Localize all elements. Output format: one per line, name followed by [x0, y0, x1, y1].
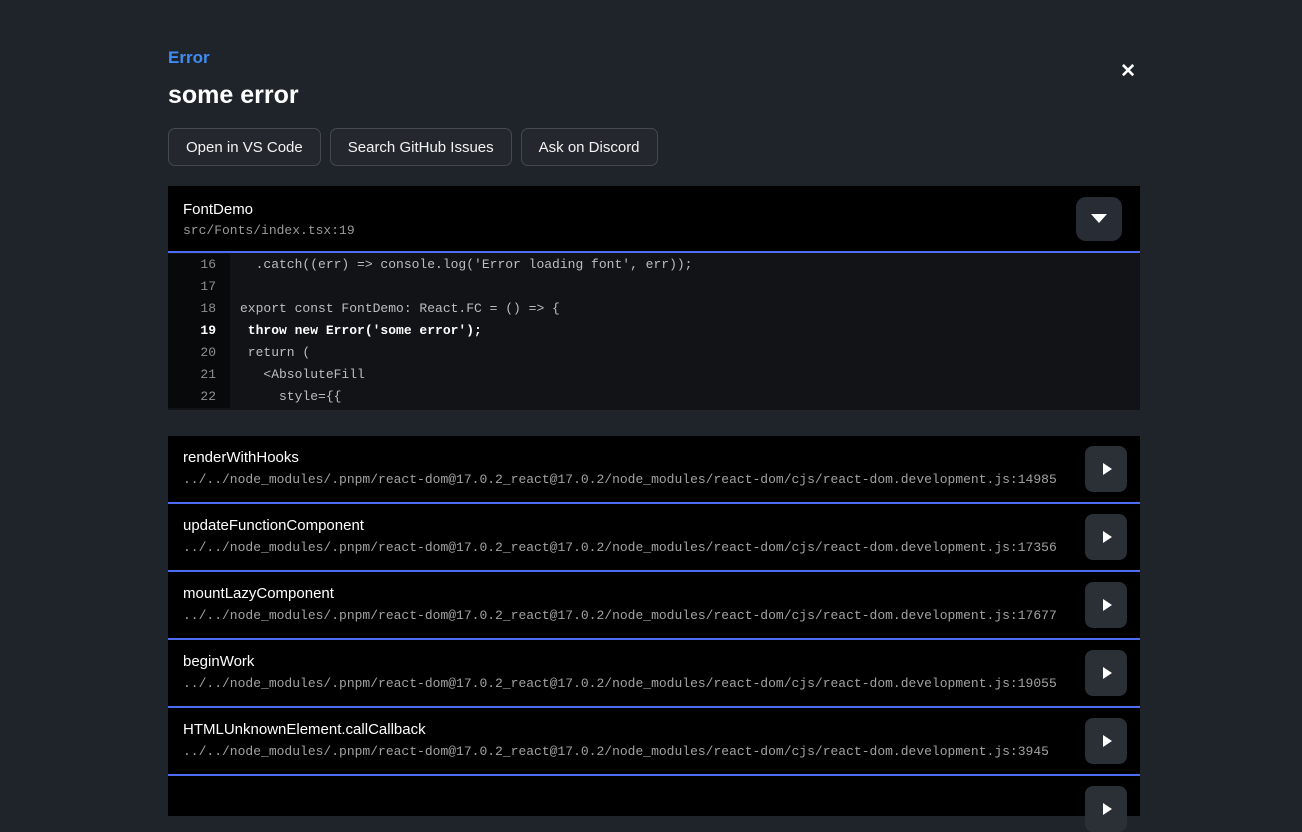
line-number: 18 [168, 298, 230, 320]
play-icon [1103, 735, 1112, 747]
line-number: 19 [168, 320, 230, 342]
play-icon [1103, 803, 1112, 815]
code-line: 17 [168, 276, 1140, 298]
code-lines: 16 .catch((err) => console.log('Error lo… [168, 253, 1140, 410]
code-frame-header: FontDemo src/Fonts/index.tsx:19 [168, 186, 1140, 253]
expand-frame-button[interactable] [1085, 650, 1127, 696]
expand-frame-button[interactable] [1085, 582, 1127, 628]
action-button[interactable]: Open in VS Code [168, 128, 321, 166]
stack-frame-row: renderWithHooks ../../node_modules/.pnpm… [168, 436, 1140, 504]
code-line: 18 export const FontDemo: React.FC = () … [168, 298, 1140, 320]
expand-frame-button[interactable] [1085, 514, 1127, 560]
action-button[interactable]: Search GitHub Issues [330, 128, 512, 166]
code-frame-location: src/Fonts/index.tsx:19 [183, 223, 1124, 238]
stack-frame-path: ../../node_modules/.pnpm/react-dom@17.0.… [183, 472, 1070, 487]
line-code: throw new Error('some error'); [230, 320, 1140, 342]
code-frame-function-name: FontDemo [183, 201, 1124, 218]
line-number: 21 [168, 364, 230, 386]
code-line: 21 <AbsoluteFill [168, 364, 1140, 386]
stack-frame-function-name: mountLazyComponent [183, 585, 1070, 602]
stack-frame-path: ../../node_modules/.pnpm/react-dom@17.0.… [183, 676, 1070, 691]
stack-frame-row: beginWork ../../node_modules/.pnpm/react… [168, 640, 1140, 708]
stack-frame-path: ../../node_modules/.pnpm/react-dom@17.0.… [183, 744, 1070, 759]
line-code: export const FontDemo: React.FC = () => … [230, 298, 1140, 320]
line-code: .catch((err) => console.log('Error loadi… [230, 254, 1140, 276]
stack-frame-function-name: HTMLUnknownElement.callCallback [183, 721, 1070, 738]
line-code: <AbsoluteFill [230, 364, 1140, 386]
line-number: 17 [168, 276, 230, 298]
action-button[interactable]: Ask on Discord [521, 128, 658, 166]
stack-frame-row: HTMLUnknownElement.callCallback ../../no… [168, 708, 1140, 776]
play-icon [1103, 599, 1112, 611]
stack-frame-function-name: beginWork [183, 653, 1070, 670]
line-code: style={{ [230, 386, 1140, 408]
chevron-down-icon [1091, 214, 1107, 223]
error-overlay: Error some error Open in VS Code Search … [168, 0, 1140, 816]
code-line: 20 return ( [168, 342, 1140, 364]
line-code: return ( [230, 342, 1140, 364]
code-line: 22 style={{ [168, 386, 1140, 408]
stack-frame-path: ../../node_modules/.pnpm/react-dom@17.0.… [183, 608, 1070, 623]
stack-frame-function-name: renderWithHooks [183, 449, 1070, 466]
stack-frame-row: updateFunctionComponent ../../node_modul… [168, 504, 1140, 572]
error-title: some error [168, 81, 1140, 110]
expand-frame-button[interactable] [1085, 446, 1127, 492]
line-number: 22 [168, 386, 230, 408]
code-line: 19 throw new Error('some error'); [168, 320, 1140, 342]
action-buttons: Open in VS Code Search GitHub Issues Ask… [168, 128, 1140, 166]
stack-frame-path: ../../node_modules/.pnpm/react-dom@17.0.… [183, 540, 1070, 555]
stack-frame-row: mountLazyComponent ../../node_modules/.p… [168, 572, 1140, 640]
expand-frame-button[interactable] [1085, 786, 1127, 832]
play-icon [1103, 531, 1112, 543]
error-kicker: Error [168, 0, 1140, 68]
stack-frame-list: renderWithHooks ../../node_modules/.pnpm… [168, 436, 1140, 816]
line-number: 20 [168, 342, 230, 364]
code-frame: FontDemo src/Fonts/index.tsx:19 16 .catc… [168, 186, 1140, 410]
play-icon [1103, 463, 1112, 475]
play-icon [1103, 667, 1112, 679]
stack-frame-row [168, 776, 1140, 816]
stack-frame-function-name: updateFunctionComponent [183, 517, 1070, 534]
line-number: 16 [168, 254, 230, 276]
collapse-code-button[interactable] [1076, 197, 1122, 241]
expand-frame-button[interactable] [1085, 718, 1127, 764]
code-line: 16 .catch((err) => console.log('Error lo… [168, 254, 1140, 276]
line-code [230, 276, 1140, 298]
